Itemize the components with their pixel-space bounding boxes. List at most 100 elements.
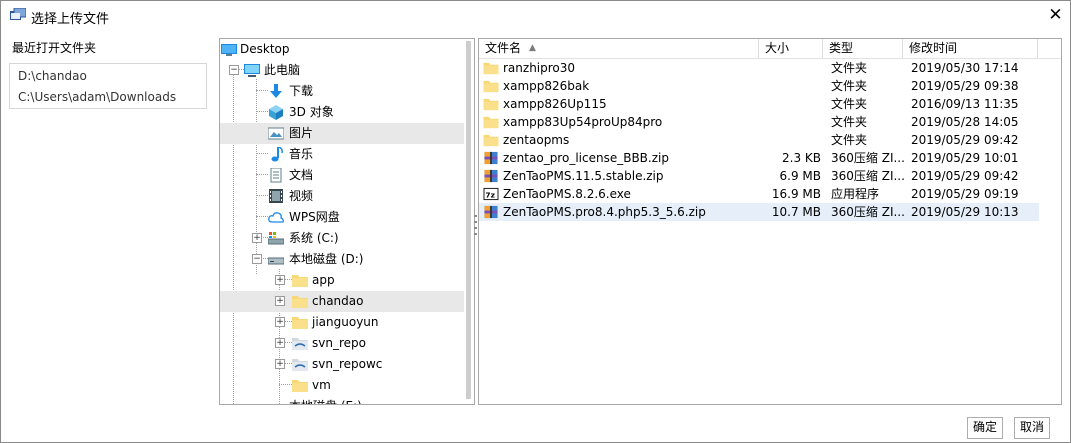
tree-item-label: Desktop	[240, 42, 290, 56]
file-size: 6.9 MB	[779, 169, 821, 183]
recent-folder-item[interactable]: D:\chandao	[18, 69, 87, 83]
file-row[interactable]: ZenTaoPMS.11.5.stable.zip 6.9 MB 360压缩 ZI.…	[479, 167, 1039, 185]
tree-item-3d-objects[interactable]: 3D 对象	[220, 102, 464, 123]
file-row[interactable]: ZenTaoPMS.pro8.4.php5.3_5.6.zip 10.7 MB 36…	[479, 203, 1039, 221]
file-row[interactable]: ranzhipro30 文件夹 2019/05/30 17:14	[479, 59, 1039, 77]
drive-icon	[268, 257, 284, 265]
tree-item-drive-e[interactable]: 本地磁盘 (E:)	[220, 396, 464, 405]
file-size: 16.9 MB	[771, 187, 821, 201]
svn-folder-icon	[292, 338, 308, 350]
column-header-size[interactable]: 大小	[759, 39, 823, 58]
ok-button[interactable]: 确定	[967, 417, 1003, 439]
column-header-modified[interactable]: 修改时间	[903, 39, 1038, 58]
file-type: 文件夹	[831, 133, 868, 147]
file-modified: 2019/05/28 14:05	[911, 115, 1019, 129]
file-row[interactable]: zentaopms 文件夹 2019/05/29 09:42	[479, 131, 1039, 149]
tree-item-label: svn_repowc	[312, 357, 383, 371]
file-name: zentaopms	[503, 133, 570, 147]
app-window-icon	[10, 8, 26, 20]
tree-item-label: 音乐	[289, 147, 314, 161]
column-header-label: 文件名	[485, 41, 522, 55]
tree-item-label: 本地磁盘 (E:)	[289, 396, 362, 404]
file-row[interactable]: xampp826bak 文件夹 2019/05/29 09:38	[479, 77, 1039, 95]
zip-archive-icon	[484, 169, 498, 183]
download-icon	[270, 84, 282, 98]
file-type: 文件夹	[831, 79, 868, 93]
documents-icon	[270, 168, 282, 183]
tree-item-downloads[interactable]: 下载	[220, 81, 464, 102]
folder-icon	[483, 134, 499, 147]
cancel-button[interactable]: 取消	[1014, 417, 1050, 439]
tree-item-pictures[interactable]: 图片	[220, 123, 464, 144]
file-modified: 2019/05/29 10:13	[911, 205, 1019, 219]
column-header-type[interactable]: 类型	[823, 39, 903, 58]
file-name: ZenTaoPMS.8.2.6.exe	[503, 187, 631, 201]
file-dialog-window: 选择上传文件 ✕ 最近打开文件夹 D:\chandao C:\Users\ada…	[0, 0, 1071, 443]
pane-splitter[interactable]	[474, 215, 477, 235]
desktop-icon	[221, 44, 237, 56]
file-row[interactable]: zentao_pro_license_BBB.zip 2.3 KB 360压缩 ZI…	[479, 149, 1039, 167]
tree-item-label: 视频	[289, 189, 314, 203]
tree-item-documents[interactable]: 文档	[220, 165, 464, 186]
tree-item-music[interactable]: 音乐	[220, 144, 464, 165]
folder-icon	[292, 275, 308, 287]
cloud-icon	[268, 212, 284, 223]
column-header-label: 修改时间	[909, 41, 958, 55]
tree-item-app[interactable]: app	[220, 270, 464, 291]
recent-folders-list: D:\chandao C:\Users\adam\Downloads	[9, 63, 207, 109]
recent-folder-item[interactable]: C:\Users\adam\Downloads	[18, 90, 176, 104]
folder-icon	[483, 98, 499, 111]
window-title: 选择上传文件	[31, 12, 110, 27]
tree-item-label: 文档	[289, 168, 314, 182]
file-row[interactable]: xampp826Up115 文件夹 2016/09/13 11:35	[479, 95, 1039, 113]
file-row[interactable]: 7z ZenTaoPMS.8.2.6.exe 16.9 MB 应用程序 2019/05/…	[479, 185, 1039, 203]
tree-scrollbar-thumb[interactable]	[466, 41, 471, 399]
tree-item-wps-cloud[interactable]: WPS网盘	[220, 207, 464, 228]
folder-icon	[483, 80, 499, 93]
file-size: 10.7 MB	[771, 205, 821, 219]
file-name: xampp826Up115	[503, 97, 607, 111]
column-header-label: 类型	[829, 41, 854, 55]
computer-icon	[244, 64, 260, 77]
tree-item-label: 系统 (C:)	[289, 231, 339, 245]
tree-item-svn-repo[interactable]: svn_repo	[220, 333, 464, 354]
recent-folders-title: 最近打开文件夹	[12, 41, 97, 55]
3d-objects-icon	[269, 105, 283, 120]
title-bar[interactable]: 选择上传文件 ✕	[1, 1, 1070, 31]
tree-item-label: vm	[312, 378, 331, 392]
tree-item-chandao[interactable]: chandao	[220, 291, 464, 312]
tree-item-svn-repowc[interactable]: svn_repowc	[220, 354, 464, 375]
tree-item-desktop[interactable]: Desktop	[220, 39, 464, 60]
drive-icon	[268, 399, 284, 405]
file-type: 文件夹	[831, 61, 868, 75]
music-icon	[271, 147, 283, 162]
folder-icon	[292, 380, 308, 392]
svn-folder-icon	[292, 359, 308, 371]
file-type: 360压缩 ZI...	[831, 205, 905, 219]
file-name: ZenTaoPMS.11.5.stable.zip	[503, 169, 664, 183]
tree-expand-toggle[interactable]: +	[275, 296, 285, 306]
tree-item-videos[interactable]: 视频	[220, 186, 464, 207]
file-modified: 2019/05/29 09:38	[911, 79, 1019, 93]
tree-item-label: WPS网盘	[289, 210, 340, 224]
folder-icon	[483, 116, 499, 129]
file-row[interactable]: xampp83Up54proUp84pro 文件夹 2019/05/28 14:05	[479, 113, 1039, 131]
tree-item-label: svn_repo	[312, 336, 366, 350]
tree-item-drive-c[interactable]: 系统 (C:)	[220, 228, 464, 249]
file-modified: 2019/05/29 10:01	[911, 151, 1019, 165]
file-list-header: 文件名 ▲ 大小 类型 修改时间	[479, 39, 1061, 59]
file-name: xampp83Up54proUp84pro	[503, 115, 663, 129]
tree-item-this-pc[interactable]: 此电脑	[220, 60, 464, 81]
zip-archive-icon	[484, 151, 498, 165]
file-modified: 2016/09/13 11:35	[911, 97, 1019, 111]
tree-item-jianguoyun[interactable]: jianguoyun	[220, 312, 464, 333]
column-header-name[interactable]: 文件名 ▲	[479, 39, 759, 58]
videos-icon	[269, 189, 283, 203]
tree-item-label: 下载	[289, 84, 314, 98]
file-modified: 2019/05/29 09:19	[911, 187, 1019, 201]
file-name: ZenTaoPMS.pro8.4.php5.3_5.6.zip	[503, 205, 706, 219]
tree-item-vm[interactable]: vm	[220, 375, 464, 396]
sort-ascending-icon: ▲	[529, 43, 536, 53]
close-button[interactable]: ✕	[1041, 1, 1070, 31]
tree-item-drive-d[interactable]: 本地磁盘 (D:)	[220, 249, 464, 270]
